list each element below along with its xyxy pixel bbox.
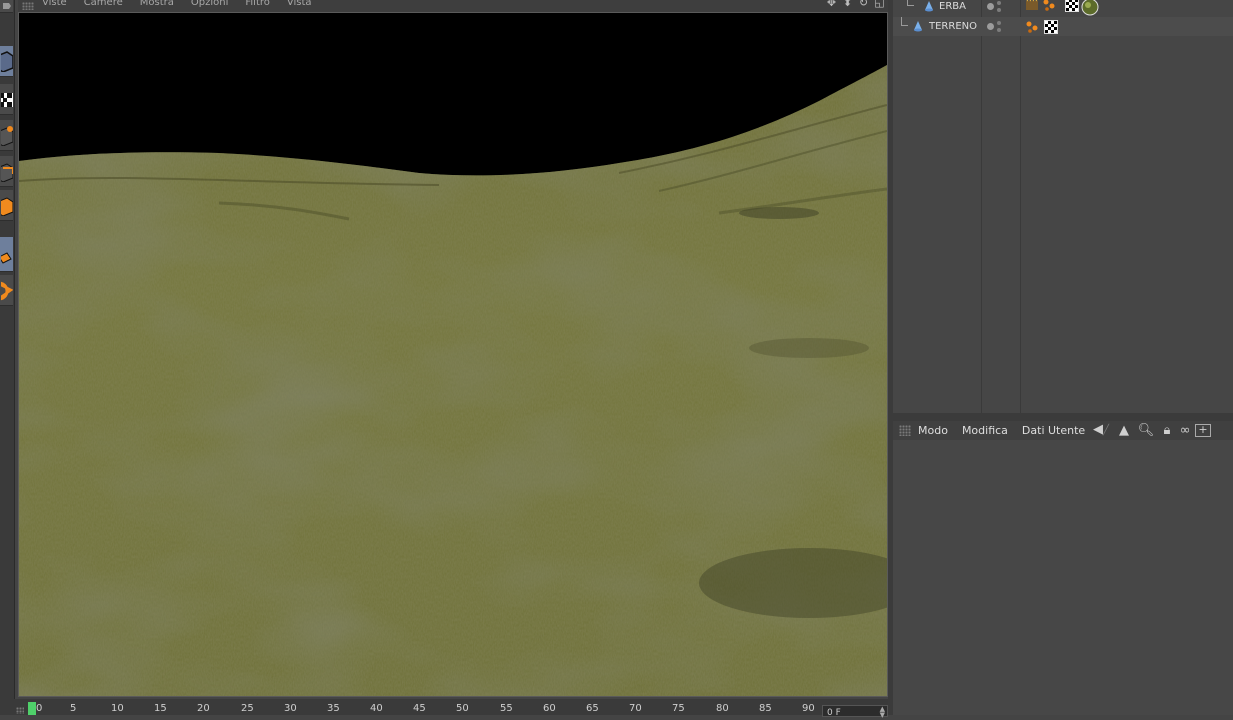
polygon-face-icon[interactable] (0, 190, 13, 221)
menu-vista[interactable]: Vista (287, 0, 312, 8)
object-manager: ERBA TERRENO (893, 0, 1233, 413)
object-name[interactable]: TERRENO (929, 21, 977, 32)
tick-label: 75 (672, 703, 685, 714)
stepper-arrows-icon[interactable]: ▲ ▼ (880, 706, 885, 719)
cube-axis-icon[interactable] (0, 120, 13, 151)
tick-label: 70 (629, 703, 642, 714)
tick-label: 55 (500, 703, 513, 714)
tick-label: 5 (70, 703, 77, 714)
zoom-view-icon[interactable]: ⬍ (841, 0, 854, 10)
menu-viste[interactable]: Viste (42, 0, 67, 8)
object-name[interactable]: ERBA (939, 1, 966, 12)
viewport-grip-icon[interactable] (22, 2, 34, 10)
tick-label: 65 (586, 703, 599, 714)
checker-texture-icon[interactable] (0, 84, 13, 115)
timeline-ruler[interactable]: 0 5 10 15 20 25 30 35 40 45 50 55 60 65 … (0, 699, 820, 715)
tick-label: 80 (716, 703, 729, 714)
tick-label: 90 (802, 703, 815, 714)
menu-mostra[interactable]: Mostra (140, 0, 174, 8)
menu-modo[interactable]: Modo (918, 424, 948, 437)
tick-label: 40 (370, 703, 383, 714)
grass-material-icon[interactable] (1081, 0, 1099, 16)
editor-dot-icon[interactable] (997, 21, 1001, 25)
end-frame-field[interactable]: 0 F ▲ ▼ (822, 705, 888, 719)
editor-dot-icon[interactable] (997, 1, 1001, 5)
tree-connector (901, 17, 908, 26)
cone-icon (914, 21, 922, 32)
menu-filtro[interactable]: Filtro (245, 0, 270, 8)
render-dot-icon[interactable] (987, 3, 994, 10)
tick-label: 85 (759, 703, 772, 714)
tick-label: 0 (36, 703, 43, 714)
visibility-dots[interactable] (987, 1, 1003, 15)
panel-separator[interactable] (893, 413, 1233, 421)
menu-opzioni[interactable]: Opzioni (191, 0, 228, 8)
rotate-object-icon[interactable] (0, 275, 13, 306)
dots-tag-icon[interactable] (1042, 0, 1056, 12)
editor-dot-icon[interactable] (997, 8, 1001, 12)
hair-tag-icon[interactable] (1025, 0, 1039, 12)
tick-label: 10 (111, 703, 124, 714)
object-row-erba[interactable]: ERBA (893, 0, 1233, 17)
rotate-view-icon[interactable]: ↻ (857, 0, 870, 10)
menu-modifica[interactable]: Modifica (962, 424, 1008, 437)
tree-connector (907, 0, 914, 6)
grass-terrain-render (19, 13, 887, 696)
object-row-terreno[interactable]: TERRENO (893, 17, 1233, 36)
search-icon[interactable]: 🔍︎ (1137, 423, 1155, 439)
palette-top-icon[interactable] (0, 0, 13, 13)
polygon-edit-icon[interactable] (0, 156, 13, 187)
3d-viewport[interactable] (18, 12, 888, 697)
model-mode-icon[interactable] (0, 237, 13, 272)
column-divider[interactable] (1020, 0, 1021, 413)
tick-label: 30 (284, 703, 297, 714)
dots-tag-icon[interactable] (1025, 20, 1039, 34)
checker-material-icon[interactable] (1044, 20, 1058, 34)
end-frame-value: 0 F (827, 708, 841, 718)
link-icon[interactable]: ∞ (1179, 423, 1191, 439)
attribute-menubar: Modo Modifica Dati Utente ◀╱ ▲ 🔍︎ 🔒︎ ∞ + (893, 421, 1233, 440)
lock-icon[interactable]: 🔒︎ (1159, 423, 1175, 439)
menu-camere[interactable]: Camere (84, 0, 123, 8)
tool-palette (0, 0, 15, 715)
editor-dot-icon[interactable] (997, 28, 1001, 32)
move-view-icon[interactable]: ✥ (825, 0, 838, 10)
viewport-menubar: Viste Camere Mostra Opzioni Filtro Vista… (18, 0, 888, 12)
attribute-manager: Modo Modifica Dati Utente ◀╱ ▲ 🔍︎ 🔒︎ ∞ + (893, 421, 1233, 715)
tick-label: 20 (197, 703, 210, 714)
menu-dati-utente[interactable]: Dati Utente (1022, 424, 1085, 437)
visibility-dots[interactable] (987, 21, 1003, 35)
cone-icon (925, 1, 933, 12)
checker-material-icon[interactable] (1065, 0, 1079, 12)
toggle-layout-icon[interactable]: ◱ (873, 0, 886, 10)
tick-label: 60 (543, 703, 556, 714)
new-window-icon[interactable]: + (1195, 424, 1211, 437)
tick-label: 35 (327, 703, 340, 714)
tick-label: 45 (413, 703, 426, 714)
timeline[interactable]: 0 5 10 15 20 25 30 35 40 45 50 55 60 65 … (0, 699, 890, 715)
tick-label: 25 (241, 703, 254, 714)
tick-label: 15 (154, 703, 167, 714)
up-arrow-icon[interactable]: ▲ (1115, 423, 1133, 439)
column-divider[interactable] (981, 0, 982, 413)
cube-object-icon[interactable] (0, 46, 13, 77)
back-arrow-icon[interactable]: ◀╱ (1091, 422, 1111, 439)
tick-label: 50 (456, 703, 469, 714)
attribute-grip-icon[interactable] (899, 425, 911, 436)
render-dot-icon[interactable] (987, 23, 994, 30)
